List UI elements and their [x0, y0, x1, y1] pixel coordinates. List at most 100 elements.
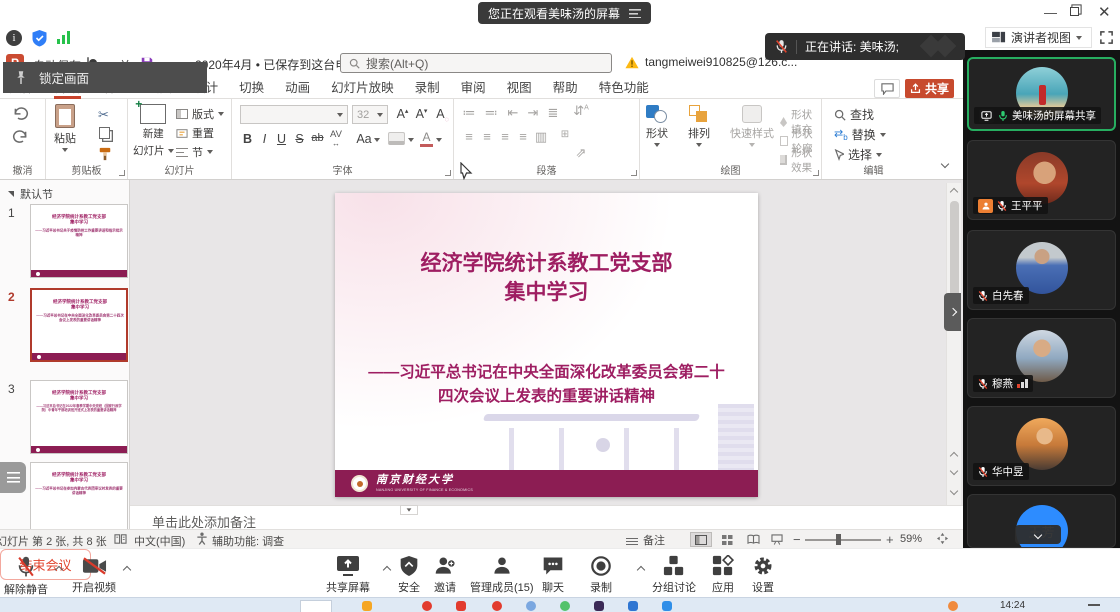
align-right-icon[interactable]: ≡	[496, 129, 514, 144]
accessibility-status[interactable]: 辅助功能: 调查	[212, 533, 284, 549]
slide-4-thumbnail[interactable]: 经济学院统计系教工党支部 集中学习 ——习近平总书记在参加内蒙古代表团审议时发表…	[30, 462, 128, 536]
floating-notes-handle[interactable]	[0, 462, 26, 493]
underline-button[interactable]: U	[274, 132, 289, 146]
font-color-button[interactable]: A	[420, 131, 433, 147]
restore-button[interactable]	[1070, 7, 1079, 16]
character-spacing-button[interactable]: AV↔	[330, 130, 342, 148]
tab-review[interactable]: 审阅	[460, 77, 487, 99]
bold-button[interactable]: B	[240, 132, 255, 146]
participant-tile[interactable]: 白先春	[967, 230, 1116, 310]
participant-tile[interactable]: 王平平	[967, 140, 1116, 220]
taskbar-app-icon[interactable]	[422, 601, 432, 611]
replace-button[interactable]: ⇄b 替换	[834, 126, 886, 143]
next-slide-icon[interactable]	[950, 467, 958, 475]
windows-taskbar[interactable]: 14:24	[0, 597, 1120, 612]
tab-slideshow[interactable]: 幻灯片放映	[330, 77, 395, 99]
italic-button[interactable]: I	[257, 132, 272, 146]
align-left-icon[interactable]: ≡	[460, 129, 478, 144]
info-icon[interactable]: i	[6, 30, 22, 46]
numbering-icon[interactable]: ≕	[482, 105, 500, 121]
align-text-icon[interactable]: ⊞	[556, 129, 574, 140]
apps-button[interactable]: 应用	[712, 555, 734, 595]
close-button[interactable]: ✕	[1098, 5, 1111, 20]
change-case-button[interactable]: Aa	[354, 132, 374, 146]
collapse-ribbon-icon[interactable]	[941, 160, 949, 168]
undo-icon[interactable]	[12, 106, 29, 120]
search-box[interactable]: 搜索(Alt+Q)	[340, 53, 612, 73]
font-size-combobox[interactable]: 32	[352, 105, 388, 124]
zoom-slider-track[interactable]	[805, 539, 881, 541]
bullets-icon[interactable]: ≔	[460, 105, 478, 121]
start-video-button[interactable]: 开启视频	[72, 555, 116, 595]
language-indicator[interactable]: 中文(中国)	[134, 533, 185, 549]
slide-3-thumbnail[interactable]: 经济学院统计系教工党支部 集中学习 ——习近平总书记在2022年春季学期中央党校…	[30, 380, 128, 454]
slide-2-thumbnail[interactable]: 经济学院统计系教工党支部 集中学习 ——习近平总书记在中央全面深化改革委员会第二…	[30, 288, 128, 362]
participant-tile[interactable]: 华中昱	[967, 406, 1116, 486]
text-shadow-button[interactable]: ab	[310, 132, 325, 144]
highlight-color-button[interactable]	[388, 132, 405, 145]
pin-icon[interactable]	[15, 70, 27, 86]
taskbar-app-icon[interactable]	[594, 601, 604, 611]
share-screen-button[interactable]: 共享屏幕	[326, 555, 370, 595]
section-header[interactable]: 默认节	[8, 186, 53, 202]
minimize-button[interactable]: —	[1044, 6, 1057, 19]
tab-animations[interactable]: 动画	[284, 77, 311, 99]
line-spacing-icon[interactable]: ≣	[544, 105, 562, 121]
slide-canvas[interactable]: 经济学院统计系教工党支部 集中学习 ——习近平总书记在中央全面深化改革委员会第二…	[335, 193, 758, 497]
participant-tile-sharing[interactable]: 美味汤的屏幕共享	[967, 57, 1116, 131]
arrange-button[interactable]: 排列	[688, 105, 710, 147]
grow-font-button[interactable]: A▴	[395, 107, 410, 121]
redo-icon[interactable]	[12, 129, 29, 143]
breakout-rooms-button[interactable]: 分组讨论	[652, 555, 696, 595]
zoom-out-button[interactable]: −	[793, 532, 801, 547]
tab-help[interactable]: 帮助	[552, 77, 579, 99]
taskbar-app-icon[interactable]	[662, 601, 672, 611]
manage-members-button[interactable]: 管理成员(15)	[470, 555, 534, 595]
participant-tile[interactable]: 穆燕	[967, 318, 1116, 398]
columns-icon[interactable]: ▥	[532, 129, 550, 145]
smartart-icon[interactable]: ⇗	[572, 145, 590, 161]
shrink-font-button[interactable]: A▾	[414, 107, 429, 121]
clipboard-launcher-icon[interactable]	[119, 170, 125, 176]
notes-panel[interactable]: 单击此处添加备注	[130, 505, 963, 529]
paragraph-launcher-icon[interactable]	[631, 170, 637, 176]
clear-formatting-button[interactable]: A◌	[435, 107, 450, 124]
comments-button[interactable]	[874, 79, 900, 98]
security-button[interactable]: 安全	[398, 555, 420, 595]
banner-menu-icon[interactable]	[629, 9, 641, 18]
security-shield-icon[interactable]	[31, 29, 48, 47]
zoom-level[interactable]: 59%	[900, 533, 922, 545]
justify-icon[interactable]: ≡	[514, 129, 532, 144]
taskbar-clock[interactable]: 14:24	[1000, 600, 1025, 611]
scroll-down-icon[interactable]	[950, 487, 958, 495]
unmute-button[interactable]: 解除静音	[4, 555, 48, 597]
taskbar-show-desktop[interactable]	[1088, 604, 1100, 606]
select-button[interactable]: 选择	[834, 146, 882, 163]
tab-special[interactable]: 特色功能	[598, 77, 650, 99]
tab-view[interactable]: 视图	[506, 77, 533, 99]
speaker-view-button[interactable]: 演讲者视图	[985, 27, 1092, 48]
align-center-icon[interactable]: ≡	[478, 129, 496, 144]
taskbar-app-icon[interactable]	[628, 601, 638, 611]
record-options-caret[interactable]	[637, 566, 645, 574]
video-options-caret[interactable]	[123, 566, 131, 574]
normal-view-button[interactable]	[690, 532, 712, 547]
taskbar-app-icon[interactable]	[492, 601, 502, 611]
share-options-caret[interactable]	[383, 566, 391, 574]
taskbar-app-icon[interactable]	[456, 601, 466, 611]
signal-bars-icon[interactable]	[57, 31, 72, 44]
spellcheck-icon[interactable]	[114, 533, 127, 545]
section-button[interactable]: 节	[176, 144, 213, 160]
quick-styles-button[interactable]: 快速样式	[730, 105, 774, 147]
slide-position-indicator[interactable]: 幻灯片 第 2 张, 共 8 张	[0, 533, 107, 549]
notes-collapse-handle[interactable]	[400, 505, 418, 515]
sidebar-expand-handle[interactable]	[944, 293, 961, 331]
taskbar-app-icon[interactable]	[560, 601, 570, 611]
scroll-up-icon[interactable]	[950, 188, 958, 196]
canvas-scrollbar[interactable]	[946, 183, 961, 505]
slide-sorter-view-button[interactable]	[716, 532, 738, 547]
drawing-launcher-icon[interactable]	[813, 170, 819, 176]
paste-button[interactable]: 粘贴	[54, 104, 76, 152]
taskbar-app-icon[interactable]	[526, 601, 536, 611]
new-slide-button[interactable]: + 新建 幻灯片	[133, 104, 174, 158]
